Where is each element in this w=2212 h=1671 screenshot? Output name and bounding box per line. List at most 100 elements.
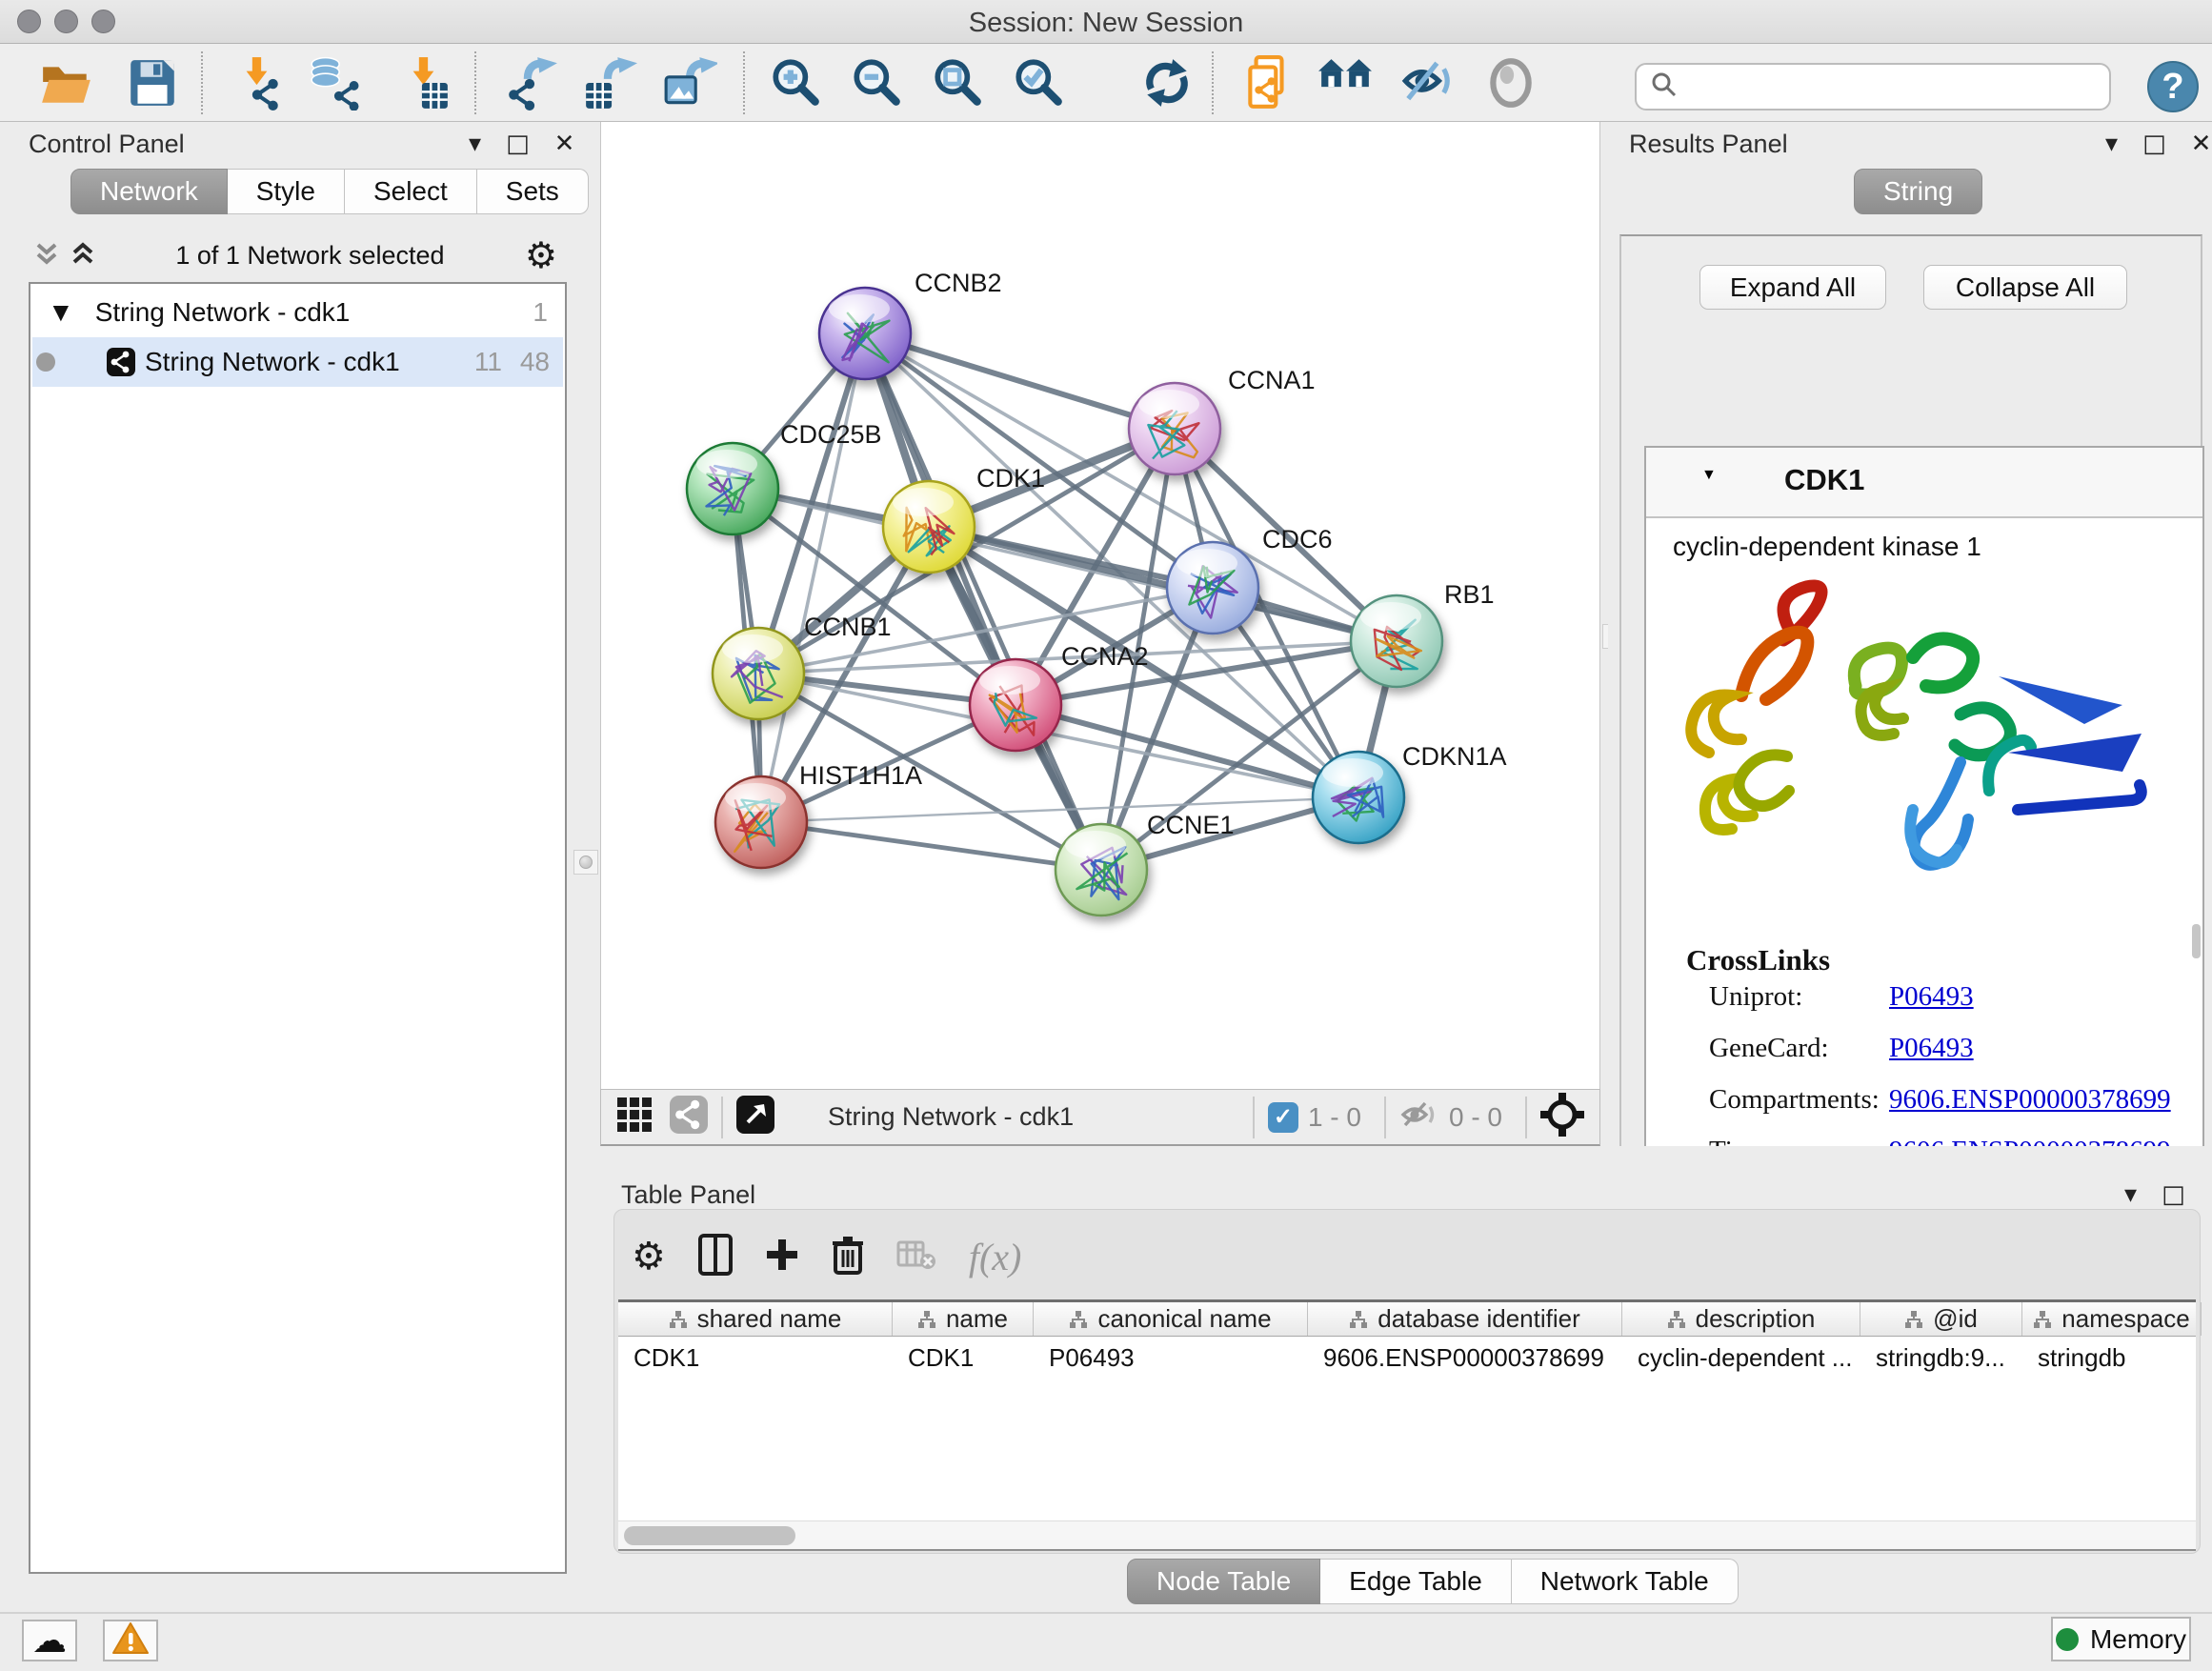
network-canvas[interactable]: CCNB2CCNA1CDC25BCDK1CDC6RB1CCNB1CCNA2CDK… — [600, 122, 1600, 1089]
save-session-icon[interactable] — [124, 53, 181, 112]
selected-checkbox-icon[interactable]: ✓ — [1268, 1102, 1298, 1133]
column-namespace-icon — [1349, 1310, 1368, 1329]
crosslink-label: GeneCard: — [1709, 1033, 1829, 1064]
column-namespace-icon — [1904, 1310, 1923, 1329]
export-table-icon[interactable] — [581, 53, 638, 112]
network-tree-root-row[interactable]: ▼ String Network - cdk1 1 — [32, 288, 563, 337]
node-count: 11 — [474, 347, 502, 377]
open-file-icon[interactable] — [38, 53, 95, 112]
tab-style[interactable]: Style — [228, 169, 345, 214]
show-columns-icon[interactable] — [698, 1234, 733, 1280]
network-selection-summary: 1 of 1 Network selected — [95, 241, 525, 271]
network-label: String Network - cdk1 — [145, 347, 400, 377]
panel-close-icon[interactable]: ✕ — [554, 131, 575, 156]
table-horizontal-scrollbar[interactable] — [618, 1520, 2196, 1549]
panel-close-icon[interactable]: ✕ — [2191, 131, 2212, 156]
collapse-triangle-icon[interactable]: ▼ — [1701, 467, 1717, 484]
memory-label: Memory — [2090, 1624, 2186, 1655]
help-button[interactable]: ? — [2147, 61, 2199, 112]
zoom-in-icon[interactable] — [767, 53, 824, 112]
zoom-out-icon[interactable] — [848, 53, 905, 112]
crosslink-uniprot-link[interactable]: P06493 — [1889, 981, 1974, 1013]
panel-float-icon[interactable]: □ — [506, 131, 530, 156]
crosslink-genecard-link[interactable]: P06493 — [1889, 1033, 1974, 1064]
crosslink-row: Compartments:9606.ENSP00000378699 — [1646, 1084, 2202, 1136]
table-options-gear-icon[interactable]: ⚙ — [632, 1235, 666, 1278]
protein-detail-card: ▼ CDK1 cyclin-dependent kinase 1 — [1644, 446, 2204, 1254]
export-image-icon[interactable] — [661, 53, 718, 112]
collapse-all-button[interactable]: Collapse All — [1923, 265, 2127, 310]
tab-edge-table[interactable]: Edge Table — [1320, 1559, 1512, 1604]
network-view-dot-icon — [36, 352, 55, 372]
panel-menu-icon[interactable]: ▾ — [2105, 131, 2118, 156]
search-input[interactable] — [1688, 68, 2109, 106]
cell-description: cyclin-dependent ... — [1622, 1338, 1860, 1378]
network-node-HIST1H1A[interactable]: HIST1H1A — [715, 761, 922, 868]
node-table: shared name name canonical name database… — [618, 1299, 2196, 1551]
import-table-file-icon[interactable] — [395, 53, 452, 112]
network-view-title: String Network - cdk1 — [828, 1102, 1074, 1132]
results-scrollbar-thumb[interactable] — [2192, 924, 2201, 958]
hide-eye-icon[interactable] — [1398, 53, 1456, 112]
collapse-all-networks-icon[interactable] — [34, 239, 59, 272]
panel-menu-icon[interactable]: ▾ — [469, 131, 481, 156]
import-network-file-icon[interactable] — [229, 53, 286, 112]
scrollbar-thumb[interactable] — [624, 1526, 795, 1545]
import-network-database-icon[interactable] — [307, 53, 364, 112]
crosslink-compartments-link[interactable]: 9606.ENSP00000378699 — [1889, 1084, 2171, 1116]
hidden-eye-icon — [1399, 1098, 1439, 1136]
tab-select[interactable]: Select — [345, 169, 477, 214]
network-node-CCNA1[interactable]: CCNA1 — [1129, 366, 1316, 474]
table-row[interactable]: CDK1CDK1P064939606.ENSP00000378699cyclin… — [618, 1338, 2196, 1378]
collapse-triangle-icon[interactable]: ▼ — [48, 297, 74, 328]
cloud-button[interactable]: ☁ — [22, 1620, 77, 1661]
column-header-namespace[interactable]: namespace — [2022, 1302, 2202, 1336]
network-node-CDKN1A[interactable]: CDKN1A — [1313, 742, 1507, 843]
column-namespace-icon — [917, 1310, 936, 1329]
network-tree-row-selected[interactable]: String Network - cdk1 11 48 — [32, 337, 563, 387]
network-options-gear-icon[interactable]: ⚙ — [525, 234, 557, 276]
refresh-view-icon[interactable] — [1138, 53, 1196, 112]
export-network-icon[interactable] — [503, 53, 560, 112]
column-header-databaseidentifier[interactable]: database identifier — [1308, 1302, 1622, 1336]
network-view-share-icon[interactable] — [670, 1096, 708, 1138]
column-header-canonicalname[interactable]: canonical name — [1034, 1302, 1308, 1336]
tab-sets[interactable]: Sets — [477, 169, 589, 214]
protein-description: cyclin-dependent kinase 1 — [1673, 532, 1981, 562]
panel-menu-icon[interactable]: ▾ — [2124, 1182, 2137, 1207]
toolbar-divider — [1212, 51, 1214, 114]
zoom-fit-icon[interactable] — [929, 53, 986, 112]
node-label: CCNB1 — [804, 613, 892, 641]
control-panel-title: Control Panel — [29, 130, 185, 159]
warnings-button[interactable] — [103, 1620, 158, 1661]
first-neighbors-houses-icon[interactable] — [1317, 53, 1374, 112]
add-column-icon[interactable] — [765, 1238, 799, 1277]
column-header-id[interactable]: @id — [1860, 1302, 2022, 1336]
network-node-RB1[interactable]: RB1 — [1351, 580, 1495, 687]
tab-network[interactable]: Network — [70, 169, 228, 214]
memory-button[interactable]: Memory — [2051, 1617, 2191, 1661]
tab-network-table[interactable]: Network Table — [1512, 1559, 1739, 1604]
show-eye-icon[interactable] — [1482, 53, 1539, 112]
tab-node-table[interactable]: Node Table — [1127, 1559, 1320, 1604]
zoom-selected-icon[interactable] — [1010, 53, 1067, 112]
toolbar-divider — [201, 51, 203, 114]
network-node-CCNB2[interactable]: CCNB2 — [819, 269, 1002, 379]
cloud-icon: ☁ — [32, 1621, 67, 1661]
left-splitter-handle[interactable] — [573, 850, 598, 875]
panel-float-icon[interactable]: □ — [2162, 1182, 2185, 1207]
detach-view-icon[interactable] — [736, 1096, 774, 1138]
column-header-name[interactable]: name — [893, 1302, 1034, 1336]
panel-float-icon[interactable]: □ — [2142, 131, 2166, 156]
column-header-description[interactable]: description — [1622, 1302, 1860, 1336]
protein-card-header[interactable]: ▼ CDK1 — [1646, 448, 2202, 518]
search-box[interactable] — [1635, 63, 2111, 111]
document-network-icon[interactable] — [1239, 53, 1297, 112]
tab-string[interactable]: String — [1854, 169, 1982, 214]
column-header-sharedname[interactable]: shared name — [618, 1302, 893, 1336]
expand-all-networks-icon[interactable] — [70, 239, 95, 272]
expand-all-button[interactable]: Expand All — [1699, 265, 1886, 310]
birds-eye-crosshair-icon[interactable] — [1540, 1093, 1584, 1141]
grid-view-icon[interactable] — [616, 1097, 653, 1137]
delete-column-trash-icon[interactable] — [832, 1235, 864, 1279]
